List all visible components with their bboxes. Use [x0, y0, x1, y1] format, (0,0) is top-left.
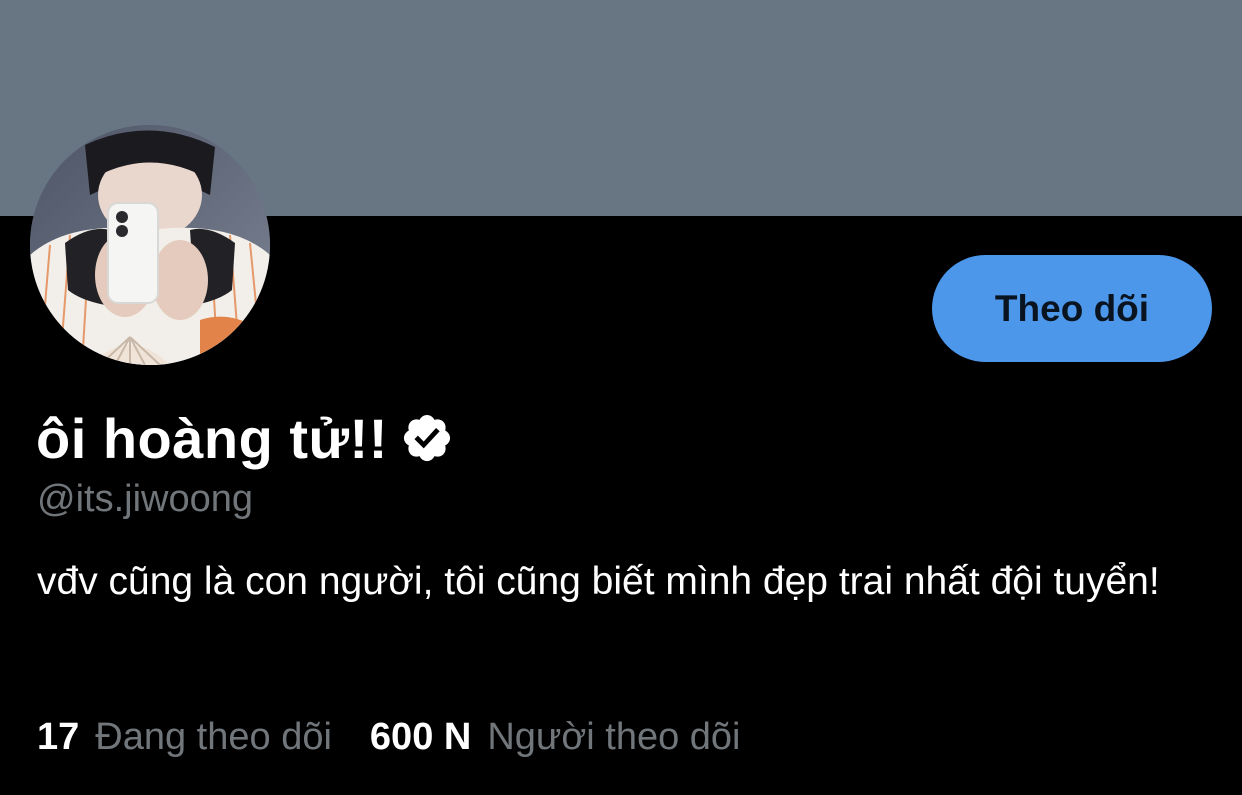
profile-page: Theo dõi ôi hoàng tử!! @its.jiwoong vđv …: [0, 0, 1242, 795]
following-stat[interactable]: 17 Đang theo dõi: [37, 716, 332, 759]
follow-button[interactable]: Theo dõi: [932, 255, 1212, 362]
avatar-photo: [30, 125, 270, 365]
followers-count: 600 N: [369, 715, 472, 758]
following-label: Đang theo dõi: [95, 715, 332, 758]
profile-bio: vđv cũng là con người, tôi cũng biết mìn…: [37, 560, 1160, 603]
profile-stats: 17 Đang theo dõi 600 N Người theo dõi: [37, 708, 741, 766]
avatar[interactable]: [30, 125, 270, 365]
profile-handle: @its.jiwoong: [37, 478, 253, 520]
display-name-row: ôi hoàng tử!!: [36, 398, 454, 478]
display-name: ôi hoàng tử!!: [36, 406, 388, 470]
followers-stat[interactable]: 600 N Người theo dõi: [370, 716, 741, 759]
following-count: 17: [37, 715, 80, 758]
verified-badge-icon[interactable]: [400, 411, 454, 465]
followers-label: Người theo dõi: [487, 715, 741, 758]
